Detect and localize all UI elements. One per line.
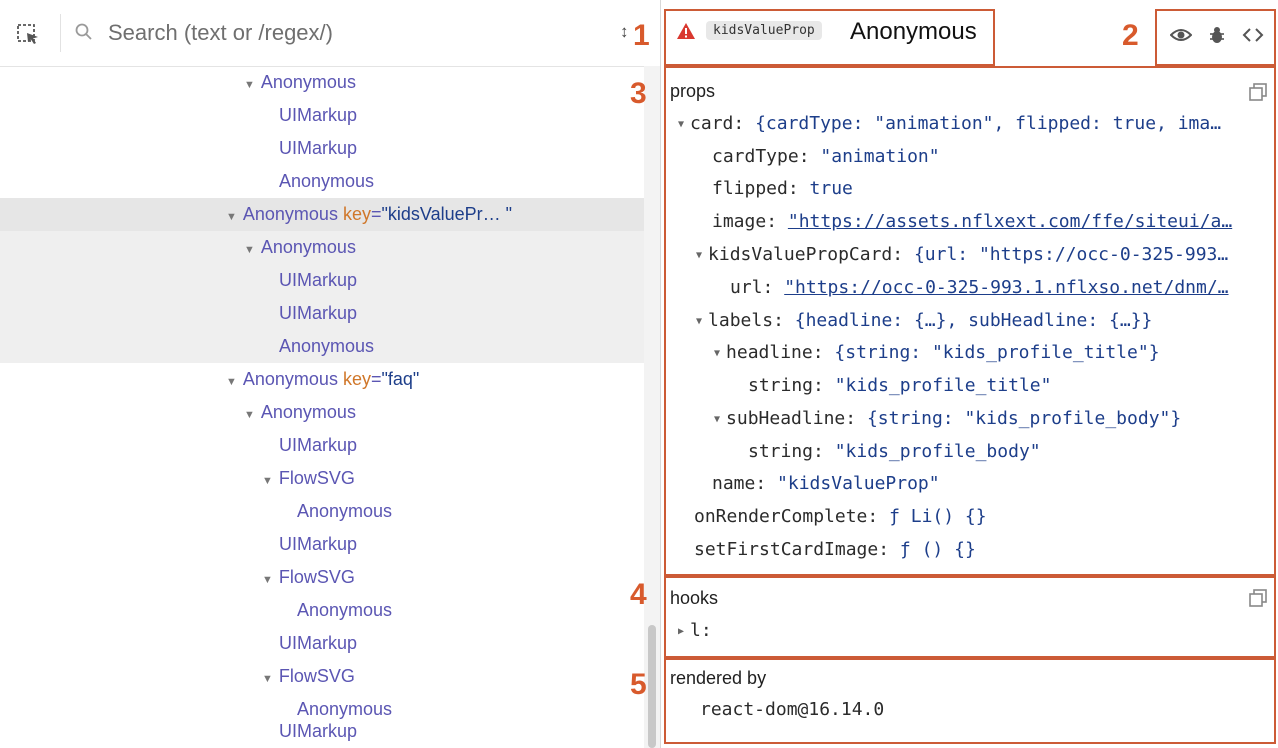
tree-row[interactable]: UIMarkup: [0, 264, 644, 297]
tree-row-label: UIMarkup: [279, 435, 358, 455]
tree-row[interactable]: ▼ FlowSVG: [0, 660, 644, 693]
tree-row-label: UIMarkup: [279, 721, 358, 741]
callout-3: 3: [630, 77, 647, 110]
tree-row-label: Anonymous: [242, 204, 338, 224]
tree-row-label: Anonymous: [260, 72, 356, 92]
callout-4: 4: [630, 578, 647, 611]
key-value: "kidsValuePr… ": [381, 204, 513, 224]
scrollbar-thumb[interactable]: [648, 625, 656, 748]
tree-row-label: FlowSVG: [278, 567, 355, 587]
search-input[interactable]: Search (text or /regex/): [108, 20, 333, 46]
caret-down-icon[interactable]: ▼: [262, 564, 273, 597]
tree-row[interactable]: Anonymous: [0, 330, 644, 363]
tree-row[interactable]: UIMarkup: [0, 132, 644, 165]
tree-row[interactable]: Anonymous: [0, 594, 644, 627]
caret-down-icon[interactable]: ▼: [244, 69, 255, 102]
component-tree: ▼ Anonymous UIMarkup UIMarkup Anonymous ▼…: [0, 66, 644, 748]
annotation-box-2: [1155, 9, 1276, 66]
tree-row-label: Anonymous: [279, 171, 375, 191]
caret-down-icon[interactable]: ▼: [262, 465, 273, 498]
tree-row-label: UIMarkup: [279, 138, 358, 158]
tree-row-selected[interactable]: ▼ Anonymous key="kidsValuePr… ": [0, 198, 644, 231]
search-icon: [74, 22, 94, 42]
callout-1: 1: [633, 19, 650, 52]
tree-row[interactable]: UIMarkup: [0, 99, 644, 132]
component-tree-panel: Search (text or /regex/) ↕ ▼ Anonymous UI…: [0, 0, 660, 748]
tree-row-label: UIMarkup: [279, 105, 358, 125]
key-attr: key: [342, 204, 371, 224]
key-value: "faq": [381, 369, 420, 389]
caret-down-icon[interactable]: ▼: [244, 234, 255, 267]
tree-toolbar: Search (text or /regex/) ↕: [0, 0, 660, 67]
callout-5: 5: [630, 668, 647, 701]
tree-row[interactable]: ▼ Anonymous key="faq": [0, 363, 644, 396]
tree-row[interactable]: ▼ Anonymous: [0, 396, 644, 429]
tree-row-label: UIMarkup: [279, 534, 358, 554]
tree-row[interactable]: UIMarkup: [0, 528, 644, 561]
tree-row-label: FlowSVG: [278, 468, 355, 488]
tree-row[interactable]: ▼ Anonymous: [0, 231, 644, 264]
annotation-box-3: [664, 66, 1276, 576]
tree-row-label: Anonymous: [297, 600, 393, 620]
sort-button[interactable]: ↕: [620, 22, 629, 42]
caret-down-icon[interactable]: ▼: [262, 663, 273, 696]
tree-row[interactable]: UIMarkup: [0, 715, 644, 748]
tree-row[interactable]: Anonymous: [0, 495, 644, 528]
tree-row-label: Anonymous: [260, 237, 356, 257]
caret-down-icon[interactable]: ▼: [244, 399, 255, 432]
callout-2: 2: [1122, 19, 1139, 52]
tree-row[interactable]: UIMarkup: [0, 297, 644, 330]
annotation-box-1: [664, 9, 995, 66]
tree-row[interactable]: UIMarkup: [0, 627, 644, 660]
tree-row-label: UIMarkup: [279, 633, 358, 653]
caret-down-icon[interactable]: ▼: [226, 366, 237, 399]
tree-row-label: Anonymous: [260, 402, 356, 422]
tree-row-label: Anonymous: [297, 501, 393, 521]
annotation-box-5: [664, 658, 1276, 744]
select-element-icon[interactable]: [14, 20, 42, 48]
tree-row[interactable]: ▼ FlowSVG: [0, 561, 644, 594]
caret-down-icon[interactable]: ▼: [226, 201, 237, 234]
toolbar-divider: [60, 14, 61, 52]
key-attr: key: [342, 369, 371, 389]
tree-row[interactable]: UIMarkup: [0, 429, 644, 462]
tree-row-label: Anonymous: [279, 336, 375, 356]
tree-row[interactable]: ▼ Anonymous: [0, 66, 644, 99]
tree-row[interactable]: Anonymous: [0, 165, 644, 198]
tree-row[interactable]: ▼ FlowSVG: [0, 462, 644, 495]
tree-row-label: Anonymous: [242, 369, 338, 389]
tree-row-label: UIMarkup: [279, 270, 358, 290]
tree-row-label: FlowSVG: [278, 666, 355, 686]
annotation-box-4: [664, 576, 1276, 658]
tree-row-label: UIMarkup: [279, 303, 358, 323]
